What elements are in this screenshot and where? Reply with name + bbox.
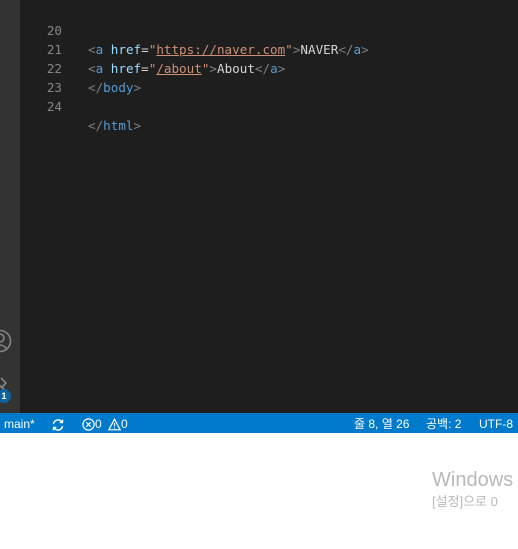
tag-name: html	[103, 118, 134, 133]
warning-count: 0	[121, 417, 128, 431]
error-count: 0	[95, 417, 102, 431]
line-content: </html>	[88, 116, 141, 135]
cursor-position[interactable]: 줄 8, 열 26	[354, 413, 409, 433]
line-number: 24	[46, 99, 62, 114]
problems-indicator[interactable]: 0 0	[82, 413, 128, 433]
watermark-subtitle: [설정]으로 0	[432, 494, 498, 509]
indentation-selector[interactable]: 공백: 2	[426, 413, 461, 433]
watermark-title: Windows	[432, 469, 514, 491]
vscode-window: 1 20 <a href="https://naver.com">NAVER</…	[0, 0, 518, 433]
code-line: 22 </body>	[20, 40, 518, 95]
sync-button[interactable]	[51, 413, 65, 433]
code-line: 24 </html>	[20, 78, 518, 133]
code-line: 20 <a href="https://naver.com">NAVER</a>	[20, 2, 518, 57]
code-line: 21 <a href="/about">About</a>	[20, 21, 518, 76]
encoding-selector[interactable]: UTF-8	[479, 413, 513, 433]
account-icon[interactable]	[0, 326, 20, 356]
windows-activation-watermark: Windows [설정]으로 0	[432, 467, 513, 511]
code-editor[interactable]: 20 <a href="https://naver.com">NAVER</a>…	[20, 0, 518, 413]
status-bar: main* 0 0 줄 8, 열 26 공백: 2 UTF-8	[0, 413, 518, 433]
tag-bracket: </	[88, 118, 104, 133]
tag-bracket: >	[133, 118, 142, 133]
activity-bar: 1	[0, 0, 20, 413]
warning-icon	[107, 418, 122, 431]
sync-icon	[52, 419, 64, 431]
code-line: 23	[20, 59, 518, 95]
branch-indicator[interactable]: main*	[4, 413, 35, 433]
error-icon	[82, 418, 95, 432]
